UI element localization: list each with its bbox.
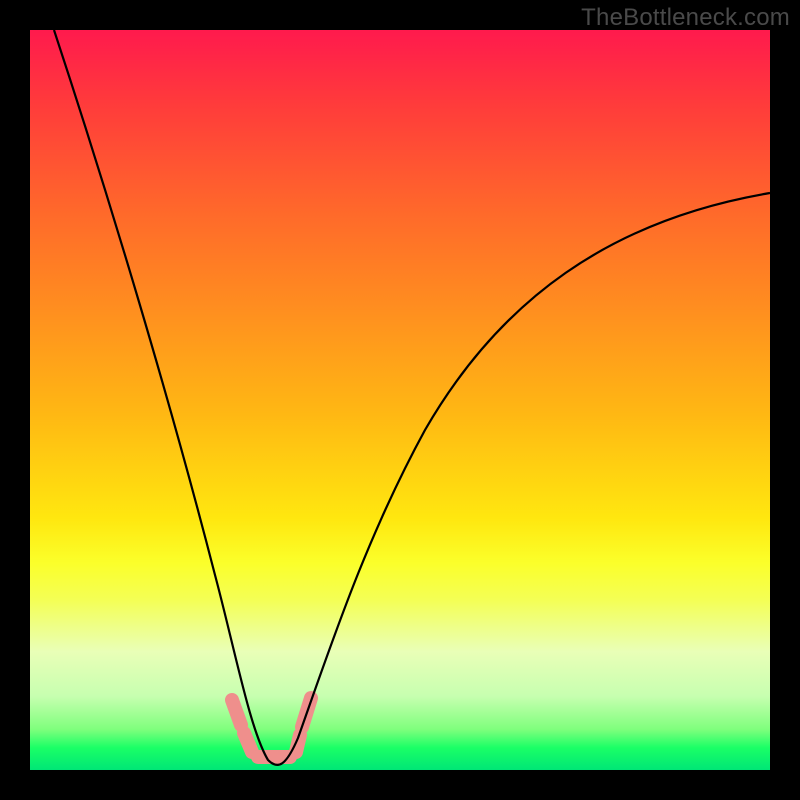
curve-layer [30,30,770,770]
watermark-text: TheBottleneck.com [581,4,790,32]
highlight-optimal-zone [232,698,311,757]
plot-area [30,30,770,770]
bottleneck-curve [54,30,770,765]
chart-frame: TheBottleneck.com [0,0,800,800]
